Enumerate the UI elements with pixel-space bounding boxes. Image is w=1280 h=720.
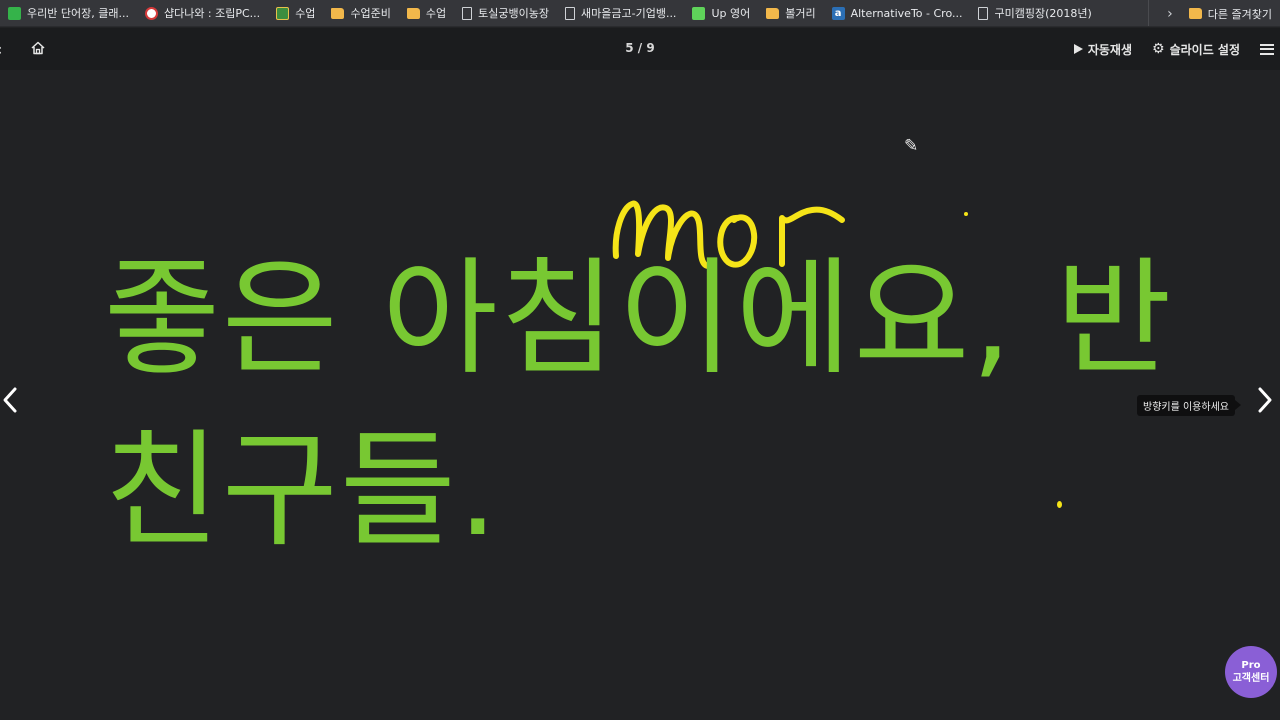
bookmark-label: AlternativeTo - Cro... — [850, 6, 963, 20]
bookmark-folder-class[interactable]: 수업 — [399, 0, 454, 26]
danawa-icon — [144, 6, 158, 20]
bookmark-folder-watch[interactable]: 볼거리 — [758, 0, 823, 26]
folder-icon — [766, 7, 780, 19]
viewer-toolbar: ‹ 5 / 9 자동재생 ⚙ 슬라이드 설정 — [0, 28, 1280, 70]
bookmark-overflow-area: › 다른 즐겨찾기 — [1148, 0, 1280, 26]
page-icon — [978, 6, 989, 20]
bookmarks-bar: 우리반 단어장, 클래... 샵다나와 : 조립PC... 수업 수업준비 수업… — [0, 0, 1280, 27]
back-button[interactable]: ‹ — [0, 40, 2, 59]
support-label: 고객센터 — [1232, 673, 1270, 684]
bookmark-farm[interactable]: 토실궁뱅이농장 — [454, 0, 557, 26]
autoplay-button[interactable]: 자동재생 — [1073, 41, 1133, 58]
ink-dot — [964, 212, 968, 216]
home-icon[interactable] — [30, 40, 46, 56]
alternativeto-icon: a — [831, 6, 845, 20]
bookmark-camping[interactable]: 구미캠핑장(2018년) — [970, 0, 1099, 26]
bookmark-alternativeto[interactable]: a AlternativeTo - Cro... — [824, 0, 971, 26]
other-bookmarks-button[interactable]: 다른 즐겨찾기 — [1208, 6, 1272, 22]
bookmark-label: 수업 — [295, 7, 316, 20]
image-icon — [276, 6, 290, 20]
slide-settings-label: 슬라이드 설정 — [1169, 42, 1240, 57]
bookmark-danawa[interactable]: 샵다나와 : 조립PC... — [137, 0, 268, 26]
toolbar-right-group: 자동재생 ⚙ 슬라이드 설정 — [1073, 28, 1280, 70]
bookmark-class[interactable]: 수업 — [268, 0, 323, 26]
bookmark-label: 수업 — [425, 7, 447, 20]
arrow-key-tooltip: 방향키를 이용하세요 — [1137, 395, 1241, 416]
pen-cursor-icon: ✎ — [904, 136, 919, 156]
slide-text-line-1: 좋은 아침이에요, 반 — [104, 245, 1174, 392]
pro-support-button[interactable]: Pro 고객센터 — [1225, 646, 1277, 698]
bookmark-label: 구미캠핑장(2018년) — [994, 7, 1092, 20]
bookmark-label: 토실궁뱅이농장 — [478, 7, 550, 20]
play-icon — [1073, 44, 1083, 54]
folder-icon — [1188, 8, 1202, 19]
bookmark-label: Up 영어 — [711, 7, 751, 20]
gear-icon: ⚙ — [1152, 41, 1165, 57]
bookmark-label: 새마을금고-기업뱅... — [581, 7, 677, 20]
pro-label: Pro — [1241, 659, 1261, 671]
bookmark-label: 샵다나와 : 조립PC... — [163, 7, 261, 20]
next-slide-icon[interactable] — [1254, 384, 1276, 416]
bookmark-label: 볼거리 — [785, 7, 816, 20]
slide-settings-button[interactable]: ⚙ 슬라이드 설정 — [1152, 41, 1240, 58]
bookmark-label: 수업준비 — [350, 7, 391, 20]
chevron-right-icon[interactable]: › — [1157, 6, 1183, 22]
hamburger-menu-icon[interactable] — [1260, 43, 1274, 55]
bookmark-bank[interactable]: 새마을금고-기업뱅... — [557, 0, 684, 26]
line-icon — [692, 6, 706, 20]
page-icon — [462, 6, 473, 20]
folder-icon — [406, 7, 420, 19]
bookmark-label: 우리반 단어장, 클래... — [27, 7, 129, 20]
slide-text-line-2: 친구들. — [104, 417, 500, 564]
bookmark-up-english[interactable]: Up 영어 — [684, 0, 758, 26]
page-icon — [565, 6, 576, 20]
bookmark-vocab[interactable]: 우리반 단어장, 클래... — [0, 0, 137, 26]
ink-dot — [1057, 501, 1062, 508]
slide-canvas[interactable]: mor 좋은 아침이에요, 반 친구들. ✎ 방향키를 이용하세요 Pro 고객… — [0, 70, 1280, 720]
autoplay-label: 자동재생 — [1087, 42, 1133, 57]
previous-slide-icon[interactable] — [0, 384, 22, 416]
bookmark-folder-prep[interactable]: 수업준비 — [323, 0, 398, 26]
green-app-icon — [8, 6, 21, 20]
folder-icon — [331, 7, 345, 19]
